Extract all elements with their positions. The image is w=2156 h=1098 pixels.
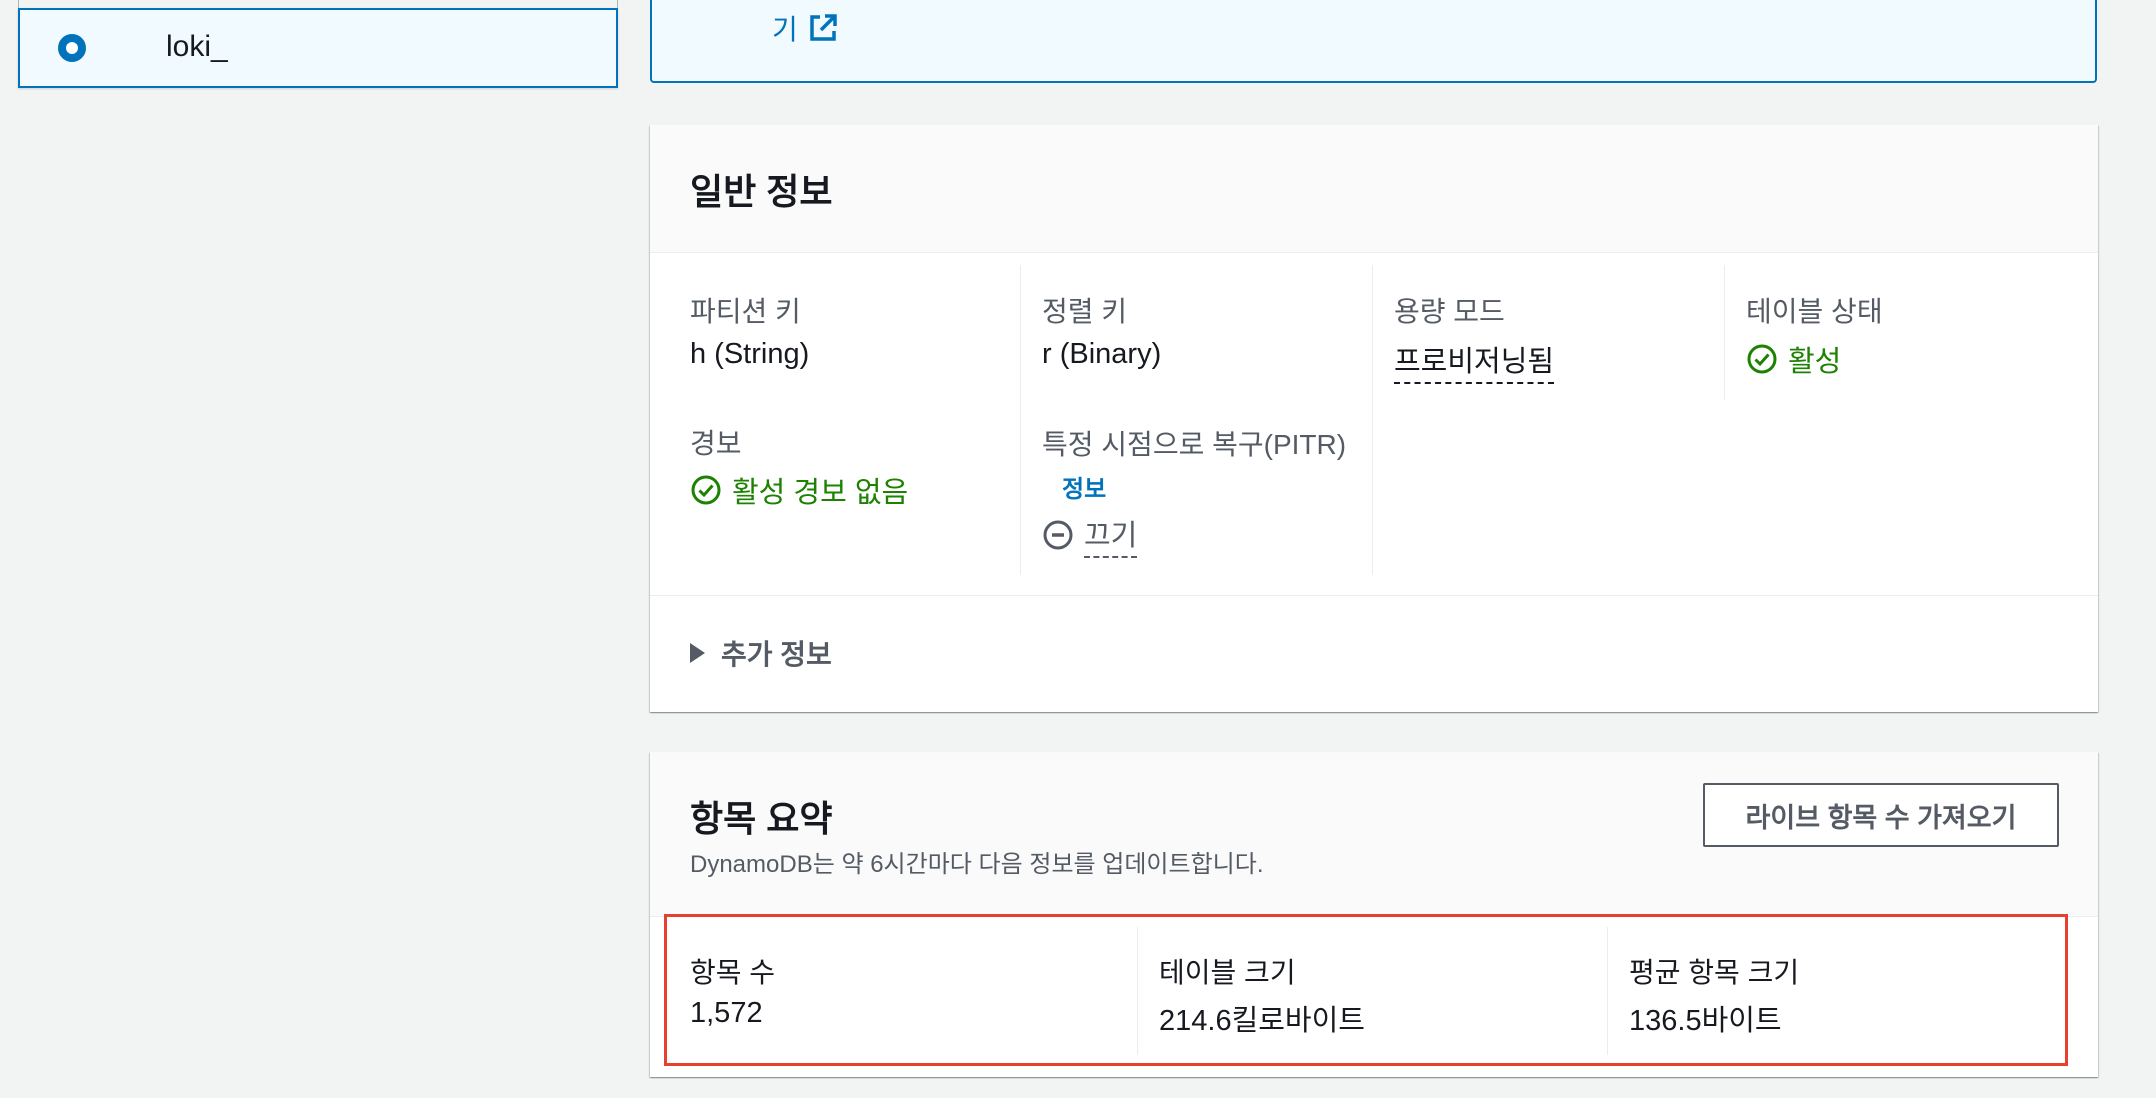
link-text: 기 <box>772 14 798 45</box>
additional-info-expander[interactable]: 추가 정보 <box>690 633 832 673</box>
general-info-header: 일반 정보 <box>650 125 2098 253</box>
pitr-label: 특정 시점으로 복구(PITR) <box>1042 429 1347 460</box>
radio-selected-icon[interactable] <box>58 34 86 62</box>
table-status-value: 활성 <box>1746 338 1841 380</box>
pitr-value[interactable]: 끄기 <box>1042 512 1138 558</box>
column-divider <box>1372 265 1373 575</box>
get-live-item-count-button[interactable]: 라이브 항목 수 가져오기 <box>1703 783 2059 847</box>
caret-right-icon <box>690 643 705 663</box>
pitr-status-text: 끄기 <box>1084 512 1138 558</box>
capacity-mode-label: 용량 모드 <box>1394 296 1505 327</box>
column-divider <box>1020 265 1021 575</box>
external-learn-more-link[interactable]: 기 <box>772 8 838 48</box>
check-circle-icon <box>1747 344 1777 374</box>
table-name: loki_ <box>166 30 228 63</box>
section-divider <box>650 595 2098 596</box>
partition-key-value: h (String) <box>690 338 810 370</box>
check-circle-icon <box>691 475 721 505</box>
item-summary-header: 항목 요약 DynamoDB는 약 6시간마다 다음 정보를 업데이트합니다. … <box>650 752 2098 917</box>
alarms-label: 경보 <box>690 428 742 459</box>
item-summary-panel: 항목 요약 DynamoDB는 약 6시간마다 다음 정보를 업데이트합니다. … <box>650 752 2098 1077</box>
column-divider <box>1724 265 1725 400</box>
alarms-value: 활성 경보 없음 <box>690 469 908 511</box>
table-status-text: 활성 <box>1788 346 1842 378</box>
capacity-mode-value[interactable]: 프로비저닝됨 <box>1394 338 1555 384</box>
general-info-panel: 일반 정보 파티션 키 h (String) 정렬 키 r (Binary) 용… <box>650 125 2098 712</box>
external-link-icon <box>810 14 837 41</box>
alarms-text: 활성 경보 없음 <box>732 477 909 509</box>
pitr-info-link[interactable]: 정보 <box>1062 469 1106 504</box>
sort-key-value: r (Binary) <box>1042 338 1162 370</box>
table-list-border <box>18 0 618 8</box>
highlight-box <box>664 914 2068 1066</box>
partition-key-label: 파티션 키 <box>690 296 801 327</box>
minus-circle-icon <box>1043 520 1073 550</box>
table-status-label: 테이블 상태 <box>1746 296 1883 327</box>
item-summary-description: DynamoDB는 약 6시간마다 다음 정보를 업데이트합니다. <box>690 851 1264 878</box>
table-list-item-selected[interactable]: loki_ <box>18 8 618 88</box>
general-info-title: 일반 정보 <box>690 171 833 212</box>
additional-info-label: 추가 정보 <box>721 639 832 670</box>
info-alert-box: 기 <box>650 0 2097 83</box>
sort-key-label: 정렬 키 <box>1042 296 1128 327</box>
item-summary-title: 항목 요약 <box>690 798 833 839</box>
